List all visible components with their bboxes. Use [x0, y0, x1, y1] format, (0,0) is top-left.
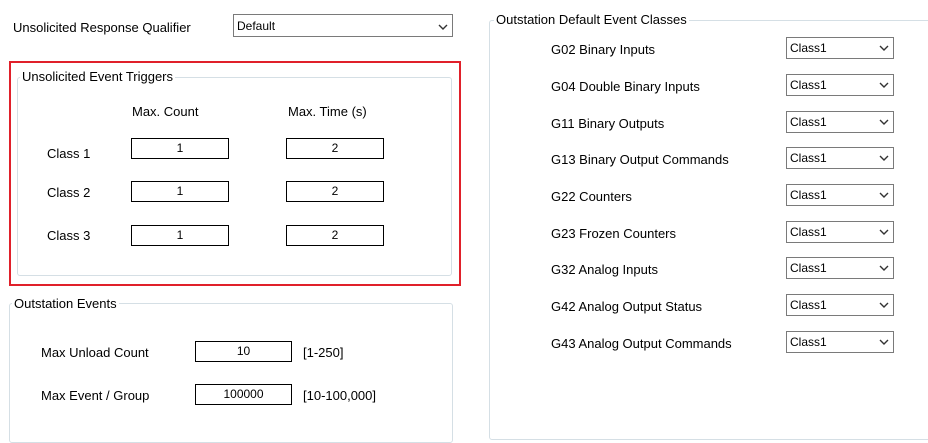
- chevron-down-icon: [879, 229, 889, 235]
- default-class-select[interactable]: Class1: [786, 37, 894, 59]
- chevron-down-icon: [438, 24, 448, 30]
- max-unload-count-field[interactable]: 10: [195, 341, 292, 362]
- class1-max-time-field[interactable]: 2: [286, 138, 384, 159]
- max-count-header: Max. Count: [132, 104, 199, 119]
- unsolicited-qualifier-value: Default: [237, 19, 276, 33]
- default-class-select[interactable]: Class1: [786, 74, 894, 96]
- default-class-value: Class1: [790, 115, 827, 129]
- default-class-select[interactable]: Class1: [786, 294, 894, 316]
- default-class-value: Class1: [790, 151, 827, 165]
- chevron-down-icon: [879, 265, 889, 271]
- outstation-events-group: [9, 303, 453, 443]
- default-class-label: G04 Double Binary Inputs: [551, 79, 700, 94]
- class3-label: Class 3: [47, 228, 91, 243]
- class2-max-count-field[interactable]: 1: [131, 181, 229, 202]
- default-class-value: Class1: [790, 298, 827, 312]
- default-class-select[interactable]: Class1: [786, 221, 894, 243]
- default-class-select[interactable]: Class1: [786, 331, 894, 353]
- outstation-events-title: Outstation Events: [12, 296, 119, 312]
- unsolicited-qualifier-select[interactable]: Default: [233, 14, 453, 37]
- max-event-group-label: Max Event / Group: [41, 388, 150, 403]
- default-class-select[interactable]: Class1: [786, 184, 894, 206]
- max-unload-count-range: [1-250]: [303, 345, 344, 360]
- max-event-group-field[interactable]: 100000: [195, 384, 292, 405]
- default-class-label: G32 Analog Inputs: [551, 262, 658, 277]
- chevron-down-icon: [879, 45, 889, 51]
- default-class-label: G11 Binary Outputs: [551, 116, 665, 131]
- chevron-down-icon: [879, 155, 889, 161]
- default-class-label: G23 Frozen Counters: [551, 226, 677, 241]
- default-class-select[interactable]: Class1: [786, 111, 894, 133]
- default-class-select[interactable]: Class1: [786, 257, 894, 279]
- default-class-value: Class1: [790, 188, 827, 202]
- default-class-value: Class1: [790, 78, 827, 92]
- class3-max-time-field[interactable]: 2: [286, 225, 384, 246]
- max-event-group-range: [10-100,000]: [303, 388, 377, 403]
- highlight-box: [9, 61, 461, 286]
- default-class-select[interactable]: Class1: [786, 147, 894, 169]
- unsolicited-qualifier-label: Unsolicited Response Qualifier: [13, 20, 191, 35]
- default-classes-title: Outstation Default Event Classes: [494, 12, 689, 28]
- default-class-value: Class1: [790, 261, 827, 275]
- class3-max-count-field[interactable]: 1: [131, 225, 229, 246]
- class1-max-count-field[interactable]: 1: [131, 138, 229, 159]
- default-class-label: G13 Binary Output Commands: [551, 152, 729, 167]
- default-class-value: Class1: [790, 41, 827, 55]
- max-unload-count-label: Max Unload Count: [41, 345, 149, 360]
- class2-max-time-field[interactable]: 2: [286, 181, 384, 202]
- class2-label: Class 2: [47, 185, 91, 200]
- chevron-down-icon: [879, 339, 889, 345]
- max-time-header: Max. Time (s): [288, 104, 367, 119]
- chevron-down-icon: [879, 302, 889, 308]
- chevron-down-icon: [879, 192, 889, 198]
- chevron-down-icon: [879, 119, 889, 125]
- default-class-label: G43 Analog Output Commands: [551, 336, 732, 351]
- default-class-label: G22 Counters: [551, 189, 632, 204]
- class1-label: Class 1: [47, 146, 91, 161]
- default-class-value: Class1: [790, 335, 827, 349]
- default-class-label: G02 Binary Inputs: [551, 42, 656, 57]
- chevron-down-icon: [879, 82, 889, 88]
- default-class-label: G42 Analog Output Status: [551, 299, 703, 314]
- default-class-value: Class1: [790, 225, 827, 239]
